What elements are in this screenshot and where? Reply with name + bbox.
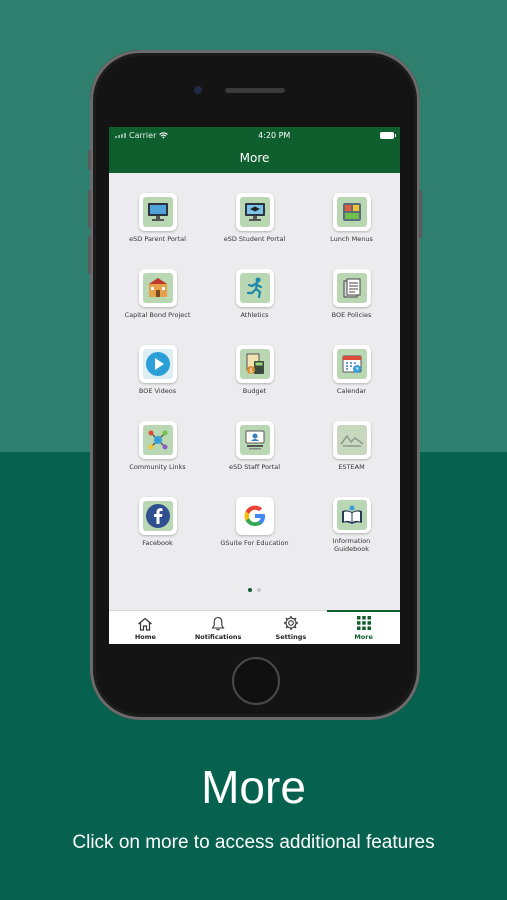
tile-label: BOE Videos <box>138 387 177 395</box>
graduation-monitor-icon <box>244 203 265 221</box>
documents-icon <box>343 278 360 298</box>
tile-capital-bond-project[interactable]: Capital Bond Project <box>109 269 206 325</box>
tile-boe-policies[interactable]: BOE Policies <box>303 269 400 325</box>
page-dot-1[interactable] <box>248 588 252 592</box>
google-icon <box>244 505 265 526</box>
food-tray-icon <box>342 203 361 221</box>
tile-label: BOE Policies <box>331 311 372 319</box>
tile-esd-student-portal[interactable]: eSD Student Portal <box>206 193 303 249</box>
feature-grid: eSD Parent Portal eSD Student Portal Lun… <box>109 193 400 553</box>
tile-facebook[interactable]: Facebook <box>109 497 206 553</box>
caption-title: More <box>201 761 306 813</box>
play-icon <box>145 352 170 376</box>
volume-down-button <box>88 236 91 274</box>
esteam-logo-icon <box>339 434 363 447</box>
guidebook-icon <box>341 505 362 524</box>
grid-icon <box>356 616 371 630</box>
caption-subtitle: Click on more to access additional featu… <box>72 832 435 853</box>
tile-label: eSD Student Portal <box>223 235 286 243</box>
tab-bar: Home Notifications Settings More <box>109 610 400 644</box>
tile-label: Athletics <box>240 311 269 319</box>
calendar-icon <box>342 355 361 373</box>
volume-up-button <box>88 190 91 228</box>
monitor-icon <box>147 203 168 221</box>
tab-label: More <box>354 633 373 641</box>
mute-switch <box>88 150 91 170</box>
page-indicator[interactable] <box>109 588 400 592</box>
nav-bar: More <box>109 143 400 173</box>
facebook-icon <box>145 504 170 528</box>
power-button <box>419 190 422 238</box>
tile-athletics[interactable]: Athletics <box>206 269 303 325</box>
status-bar: Carrier 4:20 PM <box>109 127 400 143</box>
tile-label: Calendar <box>336 387 367 395</box>
tile-label: Facebook <box>142 539 173 547</box>
tile-gsuite-for-education[interactable]: GSuite For Education <box>206 497 303 553</box>
tile-budget[interactable]: $ Budget <box>206 345 303 401</box>
bell-icon <box>211 616 225 631</box>
earpiece-speaker <box>225 88 285 93</box>
tile-calendar[interactable]: Calendar <box>303 345 400 401</box>
gear-icon <box>283 616 298 630</box>
tile-boe-videos[interactable]: BOE Videos <box>109 345 206 401</box>
tile-esd-staff-portal[interactable]: eSD Staff Portal <box>206 421 303 477</box>
tab-label: Home <box>134 633 156 641</box>
tab-home[interactable]: Home <box>109 611 182 644</box>
page-title: More <box>239 151 270 165</box>
tile-label: ESTEAM <box>338 463 365 471</box>
runner-icon <box>246 277 262 299</box>
tile-label: Capital Bond Project <box>124 311 191 319</box>
tile-esd-parent-portal[interactable]: eSD Parent Portal <box>109 193 206 249</box>
status-time: 4:20 PM <box>258 130 291 140</box>
home-button[interactable] <box>232 657 280 705</box>
carrier-label: Carrier <box>129 130 157 140</box>
phone-frame: Carrier 4:20 PM More eSD Parent Portal e… <box>88 50 422 720</box>
network-globe-icon <box>148 430 167 450</box>
school-building-icon <box>148 278 167 297</box>
budget-calculator-icon: $ <box>246 353 264 375</box>
tab-more[interactable]: More <box>327 610 400 644</box>
tile-label: eSD Staff Portal <box>228 463 281 471</box>
tile-label: Budget <box>242 387 267 395</box>
tile-esteam[interactable]: ESTEAM <box>303 421 400 477</box>
tile-lunch-menus[interactable]: Lunch Menus <box>303 193 400 249</box>
tab-label: Notifications <box>194 633 242 641</box>
tab-settings[interactable]: Settings <box>255 611 328 644</box>
tile-information-guidebook[interactable]: Information Guidebook <box>303 497 400 553</box>
tab-label: Settings <box>275 633 307 641</box>
svg-text:$: $ <box>249 368 253 375</box>
page-dot-2[interactable] <box>257 588 261 592</box>
tab-notifications[interactable]: Notifications <box>182 611 255 644</box>
tile-label: GSuite For Education <box>220 539 289 547</box>
battery-icon <box>380 131 396 139</box>
tile-label: Information Guidebook <box>332 537 371 553</box>
home-icon <box>138 617 153 631</box>
tile-label: Lunch Menus <box>330 235 373 243</box>
signal-icon <box>115 132 126 138</box>
tile-label: Community Links <box>129 463 186 471</box>
tile-label: eSD Parent Portal <box>129 235 186 243</box>
wifi-icon <box>159 131 169 139</box>
staff-portal-icon <box>245 430 264 450</box>
tile-community-links[interactable]: Community Links <box>109 421 206 477</box>
front-camera <box>194 86 202 94</box>
app-screen: Carrier 4:20 PM More eSD Parent Portal e… <box>109 127 400 644</box>
